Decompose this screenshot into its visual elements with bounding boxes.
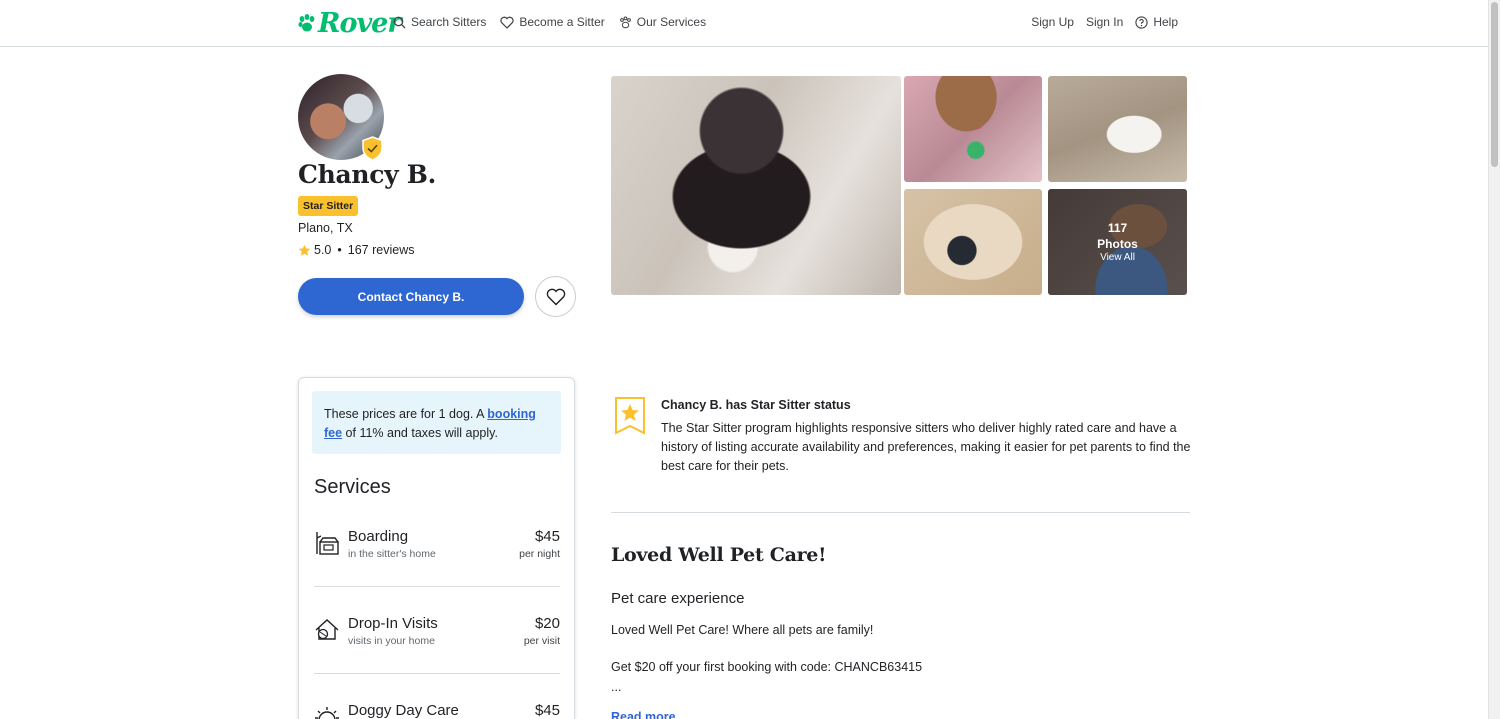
- nav-label: Become a Sitter: [519, 15, 605, 29]
- sitter-photo[interactable]: [904, 76, 1042, 182]
- service-row-day-care: Doggy Day Care $45: [314, 702, 560, 719]
- services-heading: Services: [314, 476, 391, 498]
- pet-care-experience-heading: Pet care experience: [611, 590, 745, 607]
- service-price-unit: per night: [519, 548, 560, 560]
- service-divider: [314, 586, 560, 587]
- service-name: Doggy Day Care: [348, 702, 459, 719]
- review-count[interactable]: 167 reviews: [348, 243, 415, 257]
- nav-our-services[interactable]: Our Services: [619, 15, 706, 29]
- service-price: $45: [534, 702, 560, 719]
- price-notice: These prices are for 1 dog. A booking fe…: [312, 391, 561, 454]
- services-price-card: These prices are for 1 dog. A booking fe…: [298, 377, 575, 719]
- nav-label: Our Services: [636, 15, 707, 29]
- sitter-photo[interactable]: [1048, 76, 1187, 182]
- paw-logo-icon: [298, 13, 315, 31]
- photo-count-overlay: 117 Photos View All: [1048, 189, 1187, 295]
- nav-left: Search Sitters Become a Sitter Our Servi…: [393, 15, 720, 29]
- nav-label: Sign Up: [1031, 15, 1074, 29]
- help-icon: [1135, 15, 1148, 29]
- favorite-button[interactable]: [535, 276, 576, 317]
- sitter-photo-main[interactable]: [611, 76, 901, 295]
- search-icon: [393, 16, 406, 28]
- service-description: in the sitter's home: [348, 548, 436, 560]
- logo-text: Rover: [318, 8, 402, 39]
- star-sitter-description: The Star Sitter program highlights respo…: [661, 421, 1191, 473]
- scrollbar-thumb[interactable]: [1491, 2, 1498, 167]
- service-price: $20: [534, 615, 560, 632]
- day-care-icon: [315, 707, 339, 719]
- sitter-location: Plano, TX: [298, 221, 353, 235]
- service-description: visits in your home: [348, 635, 435, 647]
- service-row-boarding: Boarding in the sitter's home $45 per ni…: [314, 528, 560, 568]
- service-row-drop-in: Drop-In Visits visits in your home $20 p…: [314, 615, 560, 655]
- section-divider: [611, 512, 1190, 513]
- star-sitter-status-title: Chancy B. has Star Sitter status: [661, 398, 851, 412]
- paw-icon: [619, 16, 631, 28]
- star-sitter-ribbon-icon: [615, 397, 645, 435]
- nav-label: Search Sitters: [411, 15, 487, 29]
- nav-search-sitters[interactable]: Search Sitters: [393, 15, 486, 29]
- heart-icon: [500, 16, 514, 29]
- heart-outline-icon: [546, 288, 565, 305]
- experience-truncation: ...: [611, 680, 622, 694]
- star-sitter-badge: Star Sitter: [298, 196, 359, 216]
- star-sitter-shield-icon: [362, 136, 383, 161]
- photo-count: 117: [1107, 220, 1128, 235]
- experience-text-line: Get $20 off your first booking with code…: [611, 660, 923, 674]
- nav-become-sitter[interactable]: Become a Sitter: [500, 15, 605, 29]
- boarding-icon: [316, 532, 339, 555]
- rating-value: 5.0: [314, 243, 332, 257]
- drop-in-icon: [315, 619, 339, 640]
- contact-sitter-button[interactable]: Contact Chancy B.: [298, 278, 524, 315]
- service-divider: [314, 673, 560, 674]
- page-scrollbar[interactable]: [1488, 0, 1500, 719]
- rover-logo[interactable]: Rover: [298, 8, 402, 39]
- profile-headline: Loved Well Pet Care!: [611, 544, 827, 566]
- service-name: Drop-In Visits: [348, 615, 438, 632]
- rating-separator: •: [337, 243, 342, 257]
- sign-in-link[interactable]: Sign In: [1086, 15, 1123, 29]
- top-nav-bar: Rover Search Sitters Become a Sitter Our…: [0, 0, 1488, 47]
- notice-text-pre: These prices are for 1 dog. A: [324, 407, 488, 421]
- experience-text-line: Loved Well Pet Care! Where all pets are …: [611, 623, 874, 637]
- read-more-link[interactable]: Read more: [611, 710, 676, 719]
- view-all-link[interactable]: View All: [1100, 252, 1135, 264]
- service-name: Boarding: [348, 528, 409, 545]
- help-link[interactable]: Help: [1135, 15, 1178, 29]
- nav-label: Help: [1153, 15, 1178, 29]
- service-price-unit: per visit: [523, 635, 560, 647]
- sitter-name: Chancy B.: [298, 160, 437, 189]
- notice-text-post: of 11% and taxes will apply.: [342, 426, 498, 440]
- service-price: $45: [534, 528, 560, 545]
- photo-count-label: Photos: [1097, 236, 1138, 251]
- view-all-photos-tile[interactable]: 117 Photos View All: [1048, 189, 1187, 295]
- sign-up-link[interactable]: Sign Up: [1031, 15, 1074, 29]
- nav-right: Sign Up Sign In Help: [1019, 15, 1178, 29]
- sitter-photo[interactable]: [904, 189, 1042, 295]
- sitter-rating: 5.0 • 167 reviews: [298, 243, 414, 257]
- sitter-avatar-container: [298, 74, 386, 162]
- star-icon: [298, 244, 311, 256]
- nav-label: Sign In: [1085, 15, 1124, 29]
